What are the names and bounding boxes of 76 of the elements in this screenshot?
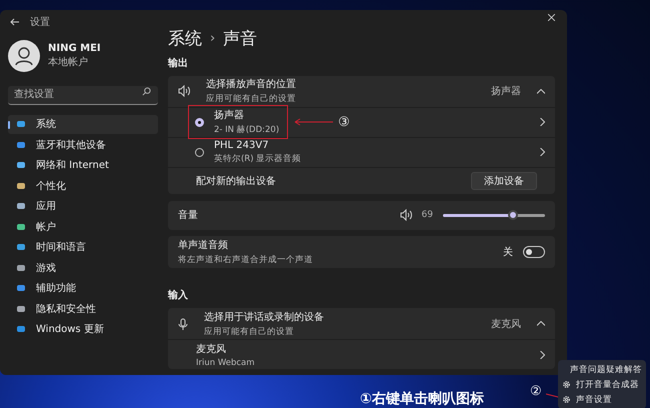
page-title: 声音	[223, 28, 258, 50]
nav-icon	[16, 119, 26, 130]
nav-icon	[16, 201, 26, 212]
device-detail: 英特尔(R) 显示器音频	[214, 152, 302, 165]
nav-icon	[16, 180, 26, 191]
radio-button[interactable]	[195, 118, 204, 127]
device-option[interactable]: 扬声器 2- IN 赫(DD:20) ③	[168, 106, 555, 137]
row-title: 单声道音频	[178, 238, 229, 252]
device-name: 麦克风	[196, 342, 227, 356]
breadcrumb-parent[interactable]: 系统	[168, 27, 202, 50]
nav-item[interactable]: 应用	[8, 196, 158, 216]
nav-item[interactable]: 帐户	[8, 217, 158, 236]
device-option[interactable]: PHL 243V7 英特尔(R) 显示器音频	[168, 136, 555, 167]
row-title: 选择用于讲话或录制的设备	[204, 310, 324, 324]
microphone-icon	[178, 318, 188, 330]
nav-item[interactable]: 蓝牙和其他设备	[8, 135, 158, 154]
caption-text: ①右键单击喇叭图标	[360, 390, 484, 408]
speaker-icon	[400, 209, 412, 222]
row-subtitle: 应用可能有自己的设置	[206, 93, 296, 106]
toggle-state: 关	[503, 246, 513, 260]
nav-item[interactable]: 个性化	[8, 176, 158, 196]
nav-item[interactable]: Windows 更新	[8, 320, 158, 339]
annotation-number: ③	[338, 114, 350, 130]
row-subtitle: 应用可能有自己的设置	[204, 326, 295, 338]
nav-item[interactable]: 隐私和安全性	[8, 299, 158, 318]
nav-item[interactable]: 网络和 Internet	[8, 156, 158, 175]
search-field[interactable]: 查找设置	[8, 86, 158, 104]
nav-icon	[16, 262, 26, 273]
slider-thumb[interactable]	[508, 210, 518, 220]
add-device-button[interactable]: 添加设备	[471, 172, 537, 190]
back-arrow-icon[interactable]	[10, 17, 20, 27]
device-name: PHL 243V7	[214, 140, 270, 151]
current-device: 麦克风	[491, 318, 521, 330]
window-title: 设置	[30, 16, 50, 29]
speaker-icon	[178, 85, 190, 98]
close-icon[interactable]	[548, 14, 555, 21]
account-type: 本地帐户	[48, 56, 89, 69]
avatar-icon	[8, 40, 40, 72]
search-icon	[142, 87, 151, 96]
row-label: 配对新的输出设备	[196, 174, 276, 188]
volume-reading: 69	[422, 210, 433, 220]
nav-icon	[16, 222, 26, 232]
nav-icon	[16, 283, 26, 294]
nav-icon	[16, 324, 26, 334]
radio-button[interactable]	[195, 148, 204, 157]
menu-item[interactable]: 声音设置	[558, 392, 646, 407]
nav-item[interactable]: 系统	[8, 114, 158, 134]
nav-icon	[16, 242, 26, 252]
chevron-right-icon	[540, 118, 545, 126]
menu-item[interactable]: 打开音量合成器	[558, 377, 646, 392]
breadcrumb-separator: ›	[210, 31, 216, 46]
device-detail: Iriun Webcam	[196, 358, 255, 368]
input-device-header[interactable]: 选择用于讲话或录制的设备 应用可能有自己的设置 麦克风	[168, 308, 555, 339]
device-option[interactable]: 麦克风 Iriun Webcam	[168, 339, 555, 369]
nav-item[interactable]: 游戏	[8, 258, 158, 278]
menu-item[interactable]: 声音问题疑难解答	[558, 362, 646, 377]
chevron-right-icon	[540, 350, 545, 358]
section-heading: 输入	[168, 288, 189, 302]
annotation-number: ②	[530, 384, 542, 399]
nav-icon	[16, 160, 26, 170]
row-title: 选择播放声音的位置	[206, 78, 296, 92]
chevron-right-icon	[540, 148, 545, 156]
nav-item[interactable]: 辅助功能	[8, 278, 158, 298]
nav-icon	[16, 304, 26, 314]
user-name: NING MEI	[48, 43, 101, 54]
annotation-arrow	[294, 118, 334, 126]
nav-icon	[16, 140, 26, 150]
device-detail: 2- IN 赫(DD:20)	[214, 124, 280, 136]
row-subtitle: 将左声道和右声道合并成一个声道	[178, 254, 313, 266]
toggle-switch[interactable]	[523, 246, 545, 258]
section-heading: 输出	[168, 56, 189, 70]
output-device-header[interactable]: 选择播放声音的位置 应用可能有自己的设置 扬声器	[168, 76, 555, 107]
device-name: 扬声器	[214, 108, 245, 122]
volume-label: 音量	[178, 208, 198, 222]
nav-item[interactable]: 时间和语言	[8, 238, 158, 257]
current-device: 扬声器	[491, 84, 521, 98]
